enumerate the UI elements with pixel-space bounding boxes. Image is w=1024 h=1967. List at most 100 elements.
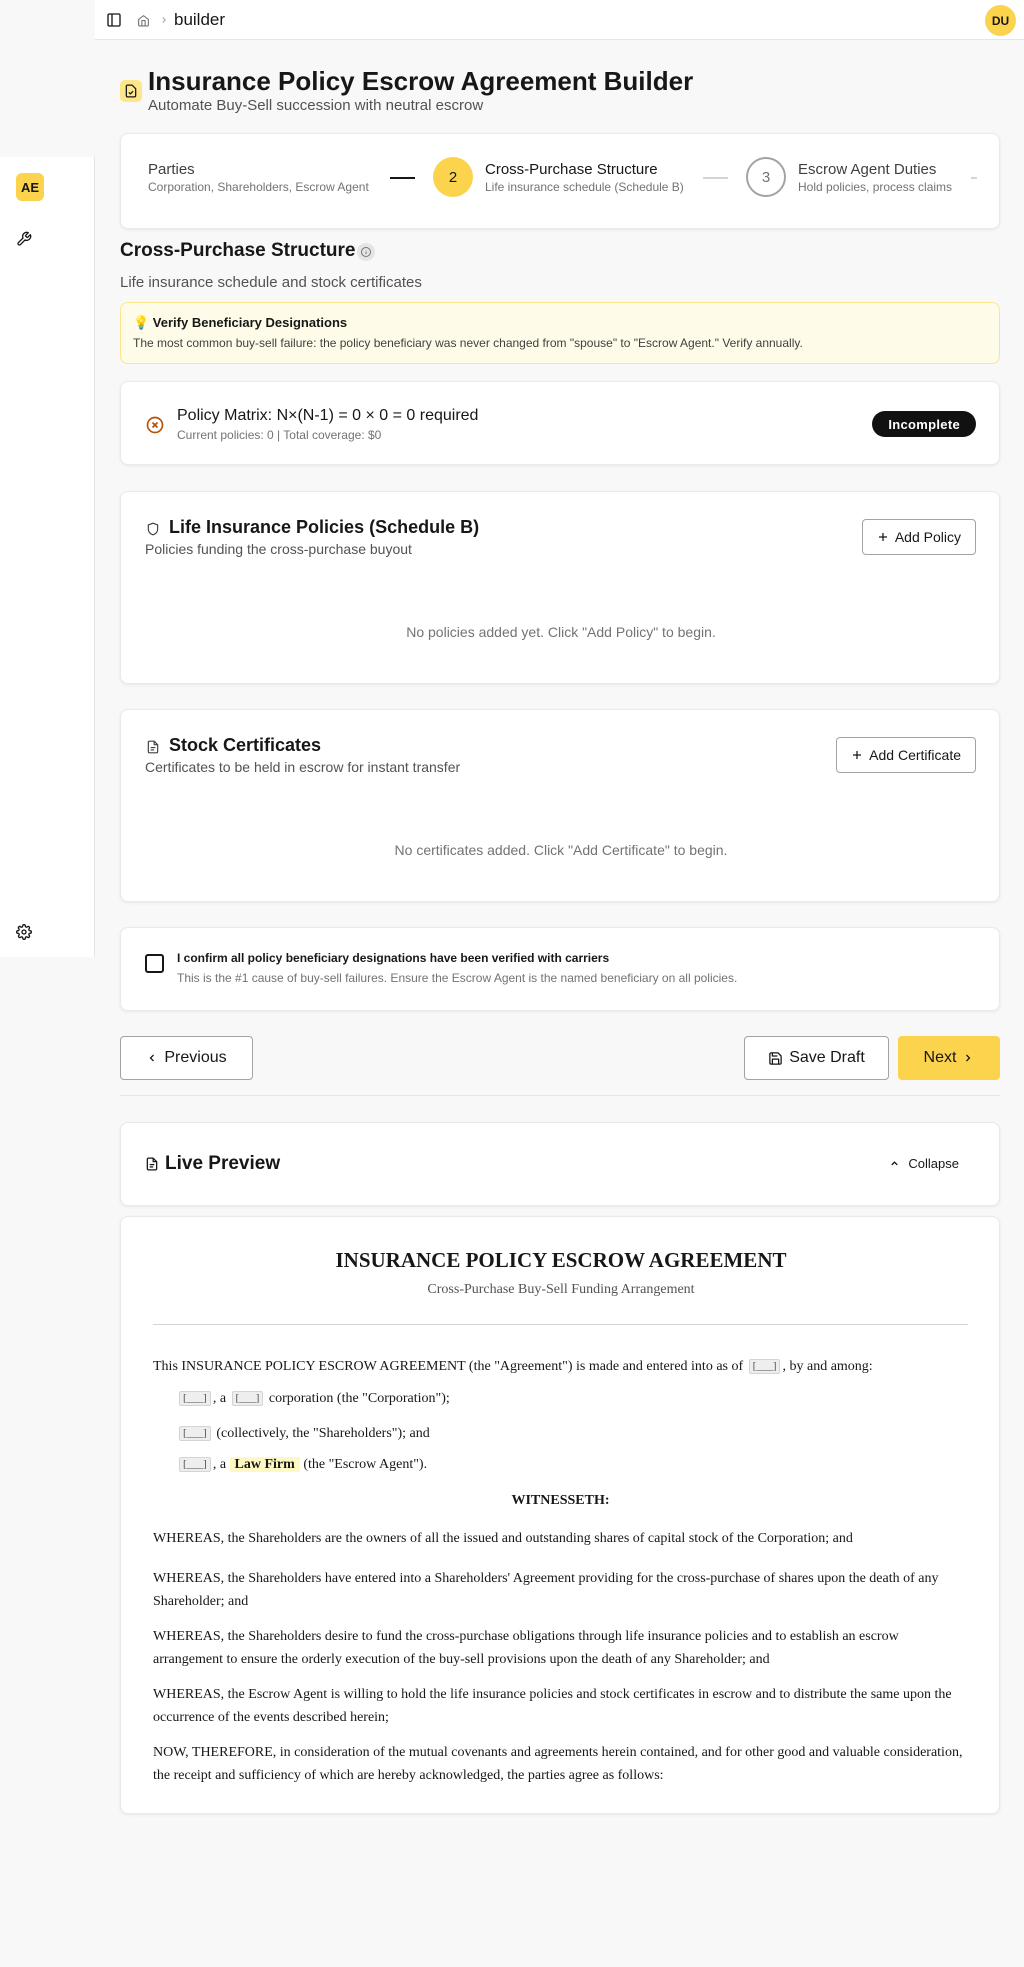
beneficiary-confirm-checkbox[interactable] — [145, 954, 164, 973]
corp-name-blank: [___] — [179, 1391, 211, 1406]
next-button[interactable]: Next — [898, 1036, 1000, 1080]
next-label: Next — [923, 1049, 957, 1066]
section-divider — [120, 1095, 1000, 1096]
date-blank: [___] — [748, 1359, 781, 1374]
matrix-title: Policy Matrix: N×(N-1) = 0 × 0 = 0 requi… — [177, 407, 479, 424]
avatar[interactable]: DU — [985, 5, 1016, 36]
party-text: , a — [212, 1391, 227, 1406]
add-certificate-label: Add Certificate — [869, 747, 961, 763]
policies-card: Life Insurance Policies (Schedule B) Pol… — [120, 491, 1000, 684]
step-title: Escrow Agent Duties — [798, 161, 937, 178]
step-number: 3 — [746, 157, 786, 197]
doc-whereas: WHEREAS, the Shareholders desire to fund… — [153, 1629, 899, 1667]
file-text-icon — [145, 738, 161, 756]
state-blank: [___] — [231, 1391, 264, 1406]
doc-subtitle: Cross-Purchase Buy-Sell Funding Arrangem… — [427, 1282, 695, 1297]
party-text: (the "Escrow Agent"). — [303, 1457, 428, 1472]
shield-icon — [145, 520, 161, 538]
sidebar-toggle-icon[interactable] — [105, 11, 123, 29]
doc-title: INSURANCE POLICY ESCROW AGREEMENT — [335, 1248, 787, 1272]
document-preview: INSURANCE POLICY ESCROW AGREEMENT Cross-… — [120, 1216, 1000, 1814]
app-logo[interactable]: AE — [16, 173, 44, 201]
party-text: , a — [212, 1457, 227, 1472]
step-desc: Life insurance schedule (Schedule B) — [485, 180, 684, 194]
chevron-left-icon — [149, 1054, 155, 1062]
plus-icon — [853, 751, 862, 759]
preview-title-label: Live Preview — [165, 1153, 281, 1174]
gear-icon[interactable] — [15, 923, 33, 941]
beneficiary-alert: 💡 Verify Beneficiary Designations The mo… — [120, 302, 1000, 364]
party-text: corporation (the "Corporation"); — [268, 1391, 450, 1406]
intro-end: , by and among: — [782, 1359, 873, 1374]
section-title: Cross-Purchase Structure — [120, 240, 356, 261]
add-certificate-button[interactable]: Add Certificate — [836, 737, 976, 773]
plus-icon — [878, 533, 887, 541]
certificates-card: Stock Certificates Certificates to be he… — [120, 709, 1000, 902]
beneficiary-confirm-card: I confirm all policy beneficiary designa… — [120, 927, 1000, 1011]
preview-title: Live Preview — [145, 1153, 280, 1175]
chevron-up-icon — [891, 1161, 899, 1166]
wrench-icon[interactable] — [15, 230, 33, 248]
doc-whereas: WHEREAS, the Escrow Agent is willing to … — [153, 1687, 952, 1725]
step-desc: Corporation, Shareholders, Escrow Agent — [148, 180, 369, 194]
chevron-right-icon — [157, 12, 171, 28]
save-draft-label: Save Draft — [789, 1049, 865, 1066]
step-title: Cross-Purchase Structure — [485, 161, 658, 178]
section-subtitle: Life insurance schedule and stock certif… — [120, 274, 422, 291]
home-icon[interactable] — [135, 12, 151, 28]
policies-empty-state: No policies added yet. Click "Add Policy… — [406, 624, 716, 640]
alert-text: The most common buy-sell failure: the po… — [133, 336, 803, 350]
doc-witnesseth: WITNESSETH: — [511, 1493, 610, 1508]
agent-type-value: Law Firm — [229, 1457, 300, 1472]
doc-intro: This INSURANCE POLICY ESCROW AGREEMENT (… — [153, 1355, 968, 1378]
confirm-label[interactable]: I confirm all policy beneficiary designa… — [177, 951, 609, 965]
step-connector — [971, 177, 977, 179]
step-title: Parties — [148, 161, 195, 178]
x-circle-icon — [145, 415, 165, 435]
live-preview-header: Live Preview Collapse — [120, 1122, 1000, 1206]
collapse-label: Collapse — [908, 1156, 959, 1171]
info-icon[interactable] — [357, 243, 375, 261]
doc-party-escrow-agent: [___], a Law Firm (the "Escrow Agent"). — [177, 1453, 992, 1476]
previous-label: Previous — [164, 1049, 227, 1066]
alert-title: 💡 Verify Beneficiary Designations — [133, 315, 348, 330]
collapse-button[interactable]: Collapse — [889, 1156, 959, 1171]
add-policy-button[interactable]: Add Policy — [861, 519, 976, 555]
shareholders-blank: [___] — [179, 1426, 211, 1441]
step-desc: Hold policies, process claims — [798, 180, 953, 194]
previous-button[interactable]: Previous — [120, 1036, 253, 1080]
file-check-icon — [120, 80, 142, 102]
agent-name-blank: [___] — [179, 1457, 211, 1472]
doc-whereas: WHEREAS, the Shareholders are the owners… — [153, 1531, 853, 1546]
chevron-right-icon — [966, 1054, 971, 1062]
certificates-title: Stock Certificates — [169, 735, 322, 755]
page-title: Insurance Policy Escrow Agreement Builde… — [148, 66, 694, 96]
status-badge: Incomplete — [872, 411, 976, 437]
doc-whereas: WHEREAS, the Shareholders have entered i… — [153, 1571, 939, 1609]
stepper-card: Parties Corporation, Shareholders, Escro… — [120, 133, 1000, 229]
confirm-hint: This is the #1 cause of buy-sell failure… — [177, 971, 738, 985]
doc-party-shareholders: [___] (collectively, the "Shareholders")… — [177, 1422, 992, 1445]
add-policy-label: Add Policy — [894, 529, 961, 545]
certificates-empty-state: No certificates added. Click "Add Certif… — [394, 842, 728, 858]
policies-subtitle: Policies funding the cross-purchase buyo… — [145, 541, 412, 557]
page-subtitle: Automate Buy-Sell succession with neutra… — [148, 97, 484, 114]
matrix-summary: Current policies: 0 | Total coverage: $0 — [177, 428, 382, 442]
doc-divider — [153, 1324, 968, 1325]
step-connector — [703, 177, 728, 179]
certificates-subtitle: Certificates to be held in escrow for in… — [145, 759, 461, 775]
step-number: 2 — [433, 157, 473, 197]
save-icon — [769, 1051, 782, 1065]
doc-party-corporation: [___], a [___] corporation (the "Corpora… — [177, 1387, 992, 1410]
doc-now-therefore: NOW, THEREFORE, in consideration of the … — [153, 1745, 963, 1783]
breadcrumb-current[interactable]: builder — [174, 10, 225, 30]
intro-text: This INSURANCE POLICY ESCROW AGREEMENT (… — [153, 1359, 744, 1374]
party-text: (collectively, the "Shareholders"); and — [216, 1426, 430, 1441]
step-connector — [390, 177, 415, 179]
save-draft-button[interactable]: Save Draft — [744, 1036, 889, 1080]
top-bar: builder DU — [95, 0, 1024, 40]
file-icon — [146, 1157, 158, 1171]
sidebar: AE — [0, 157, 95, 957]
policies-title: Life Insurance Policies (Schedule B) — [169, 517, 480, 537]
policy-matrix-card: Policy Matrix: N×(N-1) = 0 × 0 = 0 requi… — [120, 381, 1000, 465]
